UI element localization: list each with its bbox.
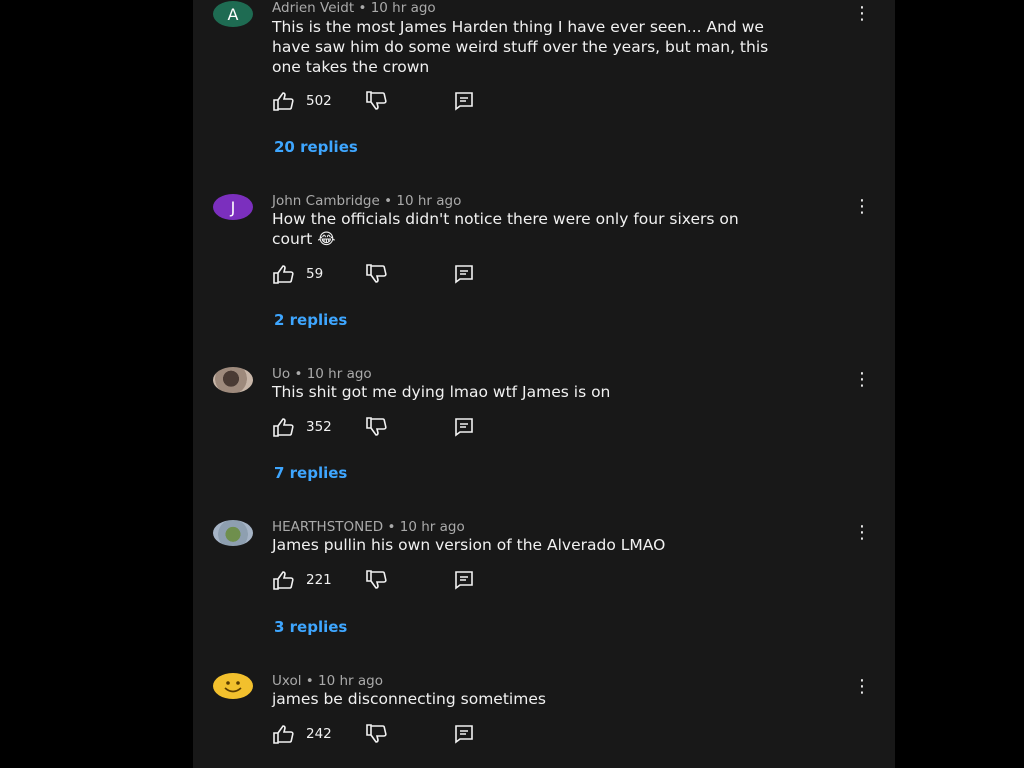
smiley-face-icon [224, 681, 242, 693]
avatar-letter: J [230, 197, 236, 217]
like-count: 352 [306, 419, 332, 435]
thumbs-up-icon[interactable] [272, 264, 296, 284]
comment-meta: HEARTHSTONED • 10 hr ago [272, 519, 465, 535]
comment-text: This is the most James Harden thing I ha… [272, 17, 857, 77]
like-count: 242 [306, 726, 332, 742]
comment-meta: Adrien Veidt • 10 hr ago [272, 0, 436, 16]
comment-icon[interactable] [452, 724, 476, 744]
meta-separator: • [384, 193, 393, 209]
more-vert-icon[interactable]: ⋮ [853, 198, 871, 216]
comment-actions: 352 [272, 417, 492, 437]
comment-text-line: have saw him do some weird stuff over th… [272, 38, 769, 56]
comment-author[interactable]: Uxol [272, 673, 301, 689]
comment-actions: 221 [272, 570, 492, 590]
meta-separator: • [305, 673, 314, 689]
comment-text-line: james be disconnecting sometimes [272, 690, 546, 708]
comment-text-line: This is the most James Harden thing I ha… [272, 18, 764, 36]
comment-text: How the officials didn't notice there we… [272, 209, 857, 249]
view-replies-link[interactable]: 3 replies [274, 618, 347, 636]
comment-time[interactable]: 10 hr ago [318, 673, 383, 689]
like-count: 502 [306, 93, 332, 109]
comment-actions: 59 [272, 264, 492, 284]
comment-time[interactable]: 10 hr ago [307, 366, 372, 382]
comment-author[interactable]: Adrien Veidt [272, 0, 354, 16]
thumbs-down-icon[interactable] [365, 570, 389, 590]
avatar[interactable] [213, 520, 253, 546]
comment-text: This shit got me dying lmao wtf James is… [272, 382, 857, 402]
comment-meta: Uxol • 10 hr ago [272, 673, 383, 689]
view-replies-link[interactable]: 2 replies [274, 311, 347, 329]
comment-text-line: How the officials didn't notice there we… [272, 210, 739, 228]
comment-icon[interactable] [452, 264, 476, 284]
comment-time[interactable]: 10 hr ago [371, 0, 436, 16]
meta-separator: • [358, 0, 367, 16]
like-count: 221 [306, 572, 332, 588]
comment-text-line: James pullin his own version of the Alve… [272, 536, 666, 554]
comment-meta: John Cambridge • 10 hr ago [272, 193, 461, 209]
comment-actions: 242 [272, 724, 492, 744]
more-vert-icon[interactable]: ⋮ [853, 524, 871, 542]
comment-time[interactable]: 10 hr ago [396, 193, 461, 209]
comment-icon[interactable] [452, 570, 476, 590]
meta-separator: • [387, 519, 396, 535]
view-replies-link[interactable]: 7 replies [274, 464, 347, 482]
avatar[interactable] [213, 673, 253, 699]
like-count: 59 [306, 266, 324, 282]
avatar[interactable]: J [213, 194, 253, 220]
thumbs-up-icon[interactable] [272, 724, 296, 744]
more-vert-icon[interactable]: ⋮ [853, 371, 871, 389]
thumbs-up-icon[interactable] [272, 570, 296, 590]
thumbs-down-icon[interactable] [365, 264, 389, 284]
comment-meta: Uo • 10 hr ago [272, 366, 372, 382]
comment-time[interactable]: 10 hr ago [400, 519, 465, 535]
more-vert-icon[interactable]: ⋮ [853, 678, 871, 696]
thumbs-up-icon[interactable] [272, 91, 296, 111]
thumbs-down-icon[interactable] [365, 724, 389, 744]
avatar[interactable] [213, 367, 253, 393]
comment-author[interactable]: HEARTHSTONED [272, 519, 383, 535]
comment-author[interactable]: John Cambridge [272, 193, 380, 209]
view-replies-link[interactable]: 20 replies [274, 138, 358, 156]
comment-text-line: court 😂 [272, 230, 336, 248]
comment-text-line: This shit got me dying lmao wtf James is… [272, 383, 611, 401]
thumbs-up-icon[interactable] [272, 417, 296, 437]
comment-icon[interactable] [452, 417, 476, 437]
thumbs-down-icon[interactable] [365, 91, 389, 111]
comment-text-line: one takes the crown [272, 58, 430, 76]
comment-icon[interactable] [452, 91, 476, 111]
comments-panel: A Adrien Veidt • 10 hr ago This is the m… [193, 0, 895, 768]
comment-text: James pullin his own version of the Alve… [272, 535, 857, 555]
avatar[interactable]: A [213, 1, 253, 27]
avatar-letter: A [227, 4, 239, 24]
meta-separator: • [294, 366, 303, 382]
more-vert-icon[interactable]: ⋮ [853, 5, 871, 23]
comment-author[interactable]: Uo [272, 366, 290, 382]
comment-text: james be disconnecting sometimes [272, 689, 857, 709]
thumbs-down-icon[interactable] [365, 417, 389, 437]
comment-actions: 502 [272, 91, 492, 111]
